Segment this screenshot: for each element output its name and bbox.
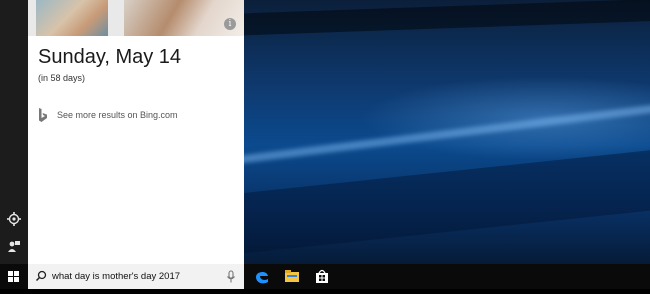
start-button[interactable] [0, 264, 28, 289]
header-photo-strip: i [28, 0, 244, 36]
answer-date: Sunday, May 14 [38, 46, 182, 68]
desktop-wallpaper [244, 0, 650, 264]
search-input[interactable]: what day is mother's day 2017 [52, 271, 180, 282]
store-taskbar-button[interactable] [308, 264, 336, 289]
wallpaper-shadow [244, 142, 650, 258]
edge-icon [256, 271, 268, 284]
family-photo-left [36, 0, 108, 36]
bing-icon [39, 108, 47, 122]
edge-taskbar-button[interactable] [248, 264, 276, 289]
store-icon [316, 269, 328, 283]
taskbar: what day is mother's day 2017 [0, 264, 650, 289]
microphone-icon[interactable] [226, 270, 236, 284]
search-icon [35, 270, 47, 282]
bing-link-label: See more results on Bing.com [57, 110, 178, 120]
file-explorer-taskbar-button[interactable] [278, 264, 306, 289]
windows-logo-icon [8, 271, 19, 282]
answer-days-until: (in 58 days) [38, 73, 86, 83]
cortana-rail [0, 0, 28, 264]
file-explorer-icon [285, 270, 299, 282]
search-box[interactable]: what day is mother's day 2017 [28, 264, 244, 289]
cortana-results-panel: i Sunday, May 14 (in 58 days) See more r… [28, 0, 244, 264]
settings-icon[interactable] [6, 211, 22, 227]
info-icon[interactable]: i [224, 18, 236, 30]
bing-more-results-link[interactable]: See more results on Bing.com [38, 106, 178, 124]
feedback-icon[interactable] [6, 239, 22, 255]
wallpaper-beam [244, 0, 650, 37]
